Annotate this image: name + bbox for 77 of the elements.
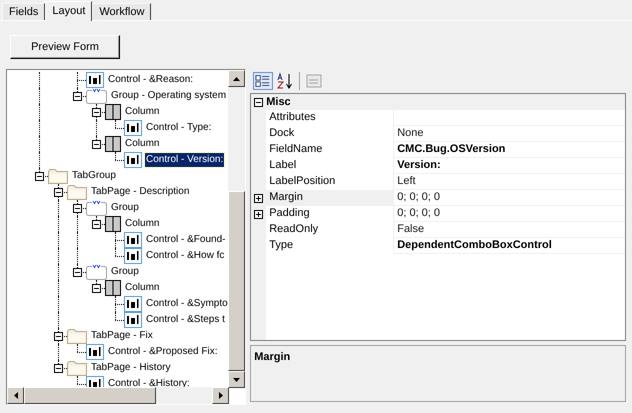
tree-item[interactable]: Column <box>124 105 160 119</box>
group-box-icon <box>86 264 107 280</box>
property-name[interactable]: Dock <box>266 126 394 142</box>
expand-icon[interactable] <box>254 194 264 202</box>
collapse-icon[interactable] <box>254 98 264 106</box>
tree-item[interactable]: TabGroup <box>71 169 117 183</box>
property-name[interactable]: Margin <box>266 190 394 206</box>
property-name[interactable]: LabelPosition <box>266 174 394 190</box>
tab[interactable]: Fields <box>2 3 46 20</box>
scroll-left-button[interactable] <box>7 387 24 404</box>
tree-item[interactable]: Control - &Reason: <box>107 73 194 87</box>
collapse-icon[interactable] <box>73 92 82 101</box>
vertical-scrollbar[interactable] <box>228 70 246 388</box>
tree-item[interactable]: TabPage - Fix <box>90 329 154 343</box>
tree-item[interactable]: Group <box>110 201 140 215</box>
tree-item[interactable]: Group - Operating system <box>110 89 228 103</box>
tree-item[interactable]: Column <box>124 137 160 151</box>
category-label: Misc <box>266 94 291 110</box>
tree-item[interactable]: Column <box>124 281 160 295</box>
tree-item[interactable]: Control - Version: <box>145 153 224 167</box>
collapse-icon[interactable] <box>92 220 101 229</box>
triangle-right-icon <box>218 392 222 399</box>
property-value[interactable]: 0; 0; 0; 0 <box>394 205 440 222</box>
description-title: Margin <box>254 351 290 363</box>
collapse-icon[interactable] <box>35 172 44 181</box>
group-box-icon <box>86 88 107 104</box>
tree-item[interactable]: Control - &History: <box>107 377 191 391</box>
collapse-icon[interactable] <box>54 332 63 341</box>
property-name[interactable]: Attributes <box>266 110 394 126</box>
triangle-up-icon <box>233 76 240 80</box>
property-value[interactable]: Left <box>394 173 416 190</box>
scroll-up-button[interactable] <box>228 70 246 87</box>
property-name[interactable]: Label <box>266 158 394 174</box>
tree-item[interactable]: Control - &Found- <box>145 233 226 247</box>
expand-icon[interactable] <box>254 210 264 218</box>
property-value[interactable]: False <box>394 221 424 238</box>
collapse-icon[interactable] <box>92 140 101 149</box>
folder-icon <box>67 328 87 344</box>
tree-item[interactable]: Control - &Steps t <box>145 313 226 327</box>
property-name[interactable]: Type <box>266 238 394 254</box>
categorized-view-icon[interactable] <box>253 72 274 90</box>
scroll-down-button[interactable] <box>228 371 246 388</box>
collapse-icon[interactable] <box>92 284 101 293</box>
folder-icon <box>48 168 68 184</box>
collapse-icon[interactable] <box>92 108 101 117</box>
tree-item[interactable]: Group <box>110 265 140 279</box>
tree-item[interactable]: TabPage - History <box>90 361 172 375</box>
collapse-icon[interactable] <box>54 364 63 373</box>
tree-item[interactable]: Control - &Sympto <box>145 297 229 311</box>
horizontal-scrollbar[interactable] <box>7 387 229 404</box>
triangle-down-icon <box>233 378 240 382</box>
collapse-icon[interactable] <box>73 268 82 277</box>
tab[interactable]: Layout <box>45 1 92 21</box>
tree-item[interactable]: Control - &Proposed Fix: <box>107 345 218 359</box>
property-value[interactable]: DependentComboBoxControl <box>394 237 552 254</box>
property-value[interactable]: CMC.Bug.OSVersion <box>394 141 506 158</box>
triangle-left-icon <box>14 392 18 399</box>
scrollbar-thumb[interactable] <box>228 191 246 371</box>
tab[interactable]: Workflow <box>92 3 152 20</box>
group-box-icon <box>86 200 107 216</box>
folder-icon <box>67 360 87 376</box>
folder-icon <box>67 184 87 200</box>
tree-item[interactable]: Column <box>124 217 160 231</box>
tree-item[interactable]: Control - &How fc <box>145 249 226 263</box>
scrollbar-thumb[interactable] <box>24 387 156 404</box>
property-name[interactable]: ReadOnly <box>266 222 394 238</box>
scroll-right-button[interactable] <box>212 387 229 404</box>
tree-item[interactable]: TabPage - Description <box>90 185 190 199</box>
property-name[interactable]: Padding <box>266 206 394 222</box>
collapse-icon[interactable] <box>54 188 63 197</box>
tree-item[interactable]: Control - Type: <box>145 121 212 135</box>
property-name[interactable]: FieldName <box>266 142 394 158</box>
property-value[interactable]: 0; 0; 0; 0 <box>394 189 440 206</box>
preview-form-button[interactable]: Preview Form <box>10 35 120 59</box>
property-value[interactable]: Version: <box>394 157 441 174</box>
property-value[interactable]: None <box>394 125 424 142</box>
collapse-icon[interactable] <box>73 204 82 213</box>
